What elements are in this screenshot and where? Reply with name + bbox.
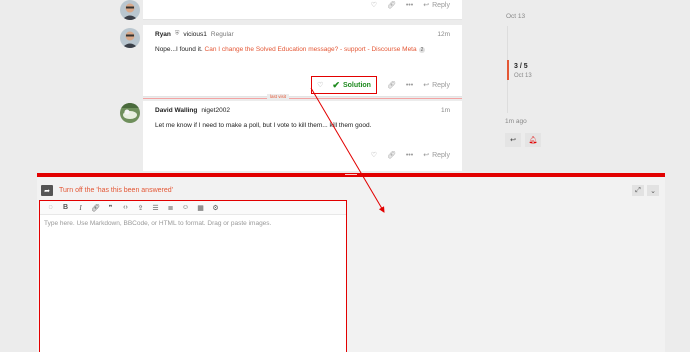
reply-icon: ↩ xyxy=(423,2,430,9)
link-icon: 🔗︎ xyxy=(386,2,396,9)
avatar[interactable] xyxy=(120,28,140,48)
notifications-button[interactable]: 🔔︎ xyxy=(525,133,541,147)
composer: ➦ Turn off the 'has this been answered' … xyxy=(37,173,665,352)
user-title: Regular xyxy=(210,31,234,38)
post: David Walling niget2002 1m Let me know i… xyxy=(143,101,462,171)
username[interactable]: David Walling xyxy=(155,107,197,114)
reply-button[interactable]: ↩ Reply xyxy=(423,1,450,10)
solution-button[interactable]: ✔ Solution xyxy=(332,80,371,91)
editor: ◌ B I 🔗︎ ❞ ‹› ⇪ ☰ ≣ ☺ ▦ ⚙ Type here. Use… xyxy=(39,200,347,352)
post-actions: ♡ 🔗︎ ••• ↩ Reply xyxy=(371,0,450,10)
divider-line xyxy=(143,98,462,99)
post-meta: Ryan ⛨ vicious1 Regular xyxy=(155,31,234,38)
timeline-position: 3 / 5 xyxy=(514,63,528,70)
reply-icon: ↩ xyxy=(423,82,430,89)
share-button[interactable]: 🔗︎ xyxy=(387,151,396,159)
reply-icon: ↩ xyxy=(423,152,430,159)
post: Ryan ⛨ vicious1 Regular 12m Nope...I fou… xyxy=(143,25,462,97)
reply-title[interactable]: Turn off the 'has this been answered' xyxy=(59,187,173,194)
share-arrow-icon[interactable]: ➦ xyxy=(41,185,53,196)
link-click-count: 2 xyxy=(418,47,426,53)
reply-to: ➦ Turn off the 'has this been answered' xyxy=(41,185,173,196)
timeline-handle[interactable] xyxy=(507,60,509,80)
avatar[interactable] xyxy=(120,103,140,123)
emoji-button[interactable]: ☺ xyxy=(178,202,193,214)
post-date[interactable]: 12m xyxy=(437,31,450,38)
more-button[interactable]: ••• xyxy=(406,2,413,9)
shield-icon: ⛨ xyxy=(174,31,180,37)
more-button[interactable]: ••• xyxy=(406,82,413,89)
expand-icon: ⤢ xyxy=(635,186,641,194)
speech-bubble-icon[interactable]: ◌ xyxy=(43,202,58,214)
ellipsis-icon: ••• xyxy=(405,151,414,159)
ellipsis-icon: ••• xyxy=(405,1,414,9)
avatar[interactable] xyxy=(120,0,140,20)
code-button[interactable]: ‹› xyxy=(118,202,133,214)
italic-button[interactable]: I xyxy=(73,202,88,214)
more-button[interactable]: ••• xyxy=(406,152,413,159)
post-link[interactable]: Can I change the Solved Education messag… xyxy=(205,46,417,53)
upload-button[interactable]: ⇪ xyxy=(133,202,148,214)
user-handle[interactable]: niget2002 xyxy=(201,107,230,114)
heart-icon: ♡ xyxy=(317,82,324,89)
heart-icon: ♡ xyxy=(370,152,377,159)
ellipsis-icon: ••• xyxy=(405,81,414,89)
minimize-button[interactable]: ⌄ xyxy=(647,185,659,196)
composer-controls: ⤢ ⌄ xyxy=(632,185,659,196)
timeline-date: Oct 13 xyxy=(514,73,532,79)
timeline-reply-button[interactable]: ↩ xyxy=(505,133,521,147)
link-button[interactable]: 🔗︎ xyxy=(88,202,103,214)
timeline-controls: ↩ 🔔︎ xyxy=(505,133,541,147)
share-button[interactable]: 🔗︎ xyxy=(387,81,396,89)
username[interactable]: Ryan xyxy=(155,31,171,38)
post-text: Let me know if I need to make a poll, bu… xyxy=(155,122,372,129)
link-icon: 🔗︎ xyxy=(386,152,396,159)
link-icon: 🔗︎ xyxy=(386,82,396,89)
reply-button[interactable]: ↩ Reply xyxy=(423,81,450,90)
timeline-last-activity[interactable]: 1m ago xyxy=(505,118,527,125)
gear-icon[interactable]: ⚙ xyxy=(208,202,223,214)
bell-icon: 🔔︎ xyxy=(528,137,538,144)
timeline-start-date[interactable]: Oct 13 xyxy=(506,13,525,20)
user-handle[interactable]: vicious1 xyxy=(183,31,206,38)
heart-icon: ♡ xyxy=(370,2,377,9)
last-visit-label: last visit xyxy=(267,94,290,99)
like-button[interactable]: ♡ xyxy=(317,81,323,89)
topic-timeline: Oct 13 3 / 5 Oct 13 1m ago ↩ 🔔︎ xyxy=(505,0,605,160)
check-icon: ✔ xyxy=(332,79,340,90)
editor-input[interactable]: Type here. Use Markdown, BBCode, or HTML… xyxy=(44,220,271,227)
post-body: Nope...I found it. Can I change the Solv… xyxy=(155,46,426,53)
numbered-list-button[interactable]: ≣ xyxy=(163,202,178,214)
editor-toolbar: ◌ B I 🔗︎ ❞ ‹› ⇪ ☰ ≣ ☺ ▦ ⚙ xyxy=(40,201,346,215)
highlight-box: ♡ ✔ Solution xyxy=(311,76,377,94)
share-button[interactable]: 🔗︎ xyxy=(387,1,396,9)
post-body: Let me know if I need to make a poll, bu… xyxy=(155,122,371,129)
reply-button[interactable]: ↩ Reply xyxy=(423,151,450,160)
post-meta: David Walling niget2002 xyxy=(155,107,230,114)
post-actions: ♡ ✔ Solution 🔗︎ ••• ↩ Reply xyxy=(311,76,450,94)
fullscreen-button[interactable]: ⤢ xyxy=(632,185,644,196)
post-actions: ♡ 🔗︎ ••• ↩ Reply xyxy=(371,151,450,160)
topic-stream: ♡ 🔗︎ ••• ↩ Reply Ryan ⛨ vicious1 Regular … xyxy=(0,0,690,172)
chevron-down-icon: ⌄ xyxy=(650,187,656,195)
like-button[interactable]: ♡ xyxy=(371,1,377,9)
quote-button[interactable]: ❞ xyxy=(103,202,118,214)
date-button[interactable]: ▦ xyxy=(193,202,208,214)
like-button[interactable]: ♡ xyxy=(371,151,377,159)
bold-button[interactable]: B xyxy=(58,202,73,214)
post-text: Nope...I found it. xyxy=(155,46,205,53)
post-date[interactable]: 1m xyxy=(441,107,450,114)
composer-grip[interactable] xyxy=(345,174,357,175)
reply-icon: ↩ xyxy=(510,137,516,144)
bullet-list-button[interactable]: ☰ xyxy=(148,202,163,214)
post: ♡ 🔗︎ ••• ↩ Reply xyxy=(143,0,462,20)
